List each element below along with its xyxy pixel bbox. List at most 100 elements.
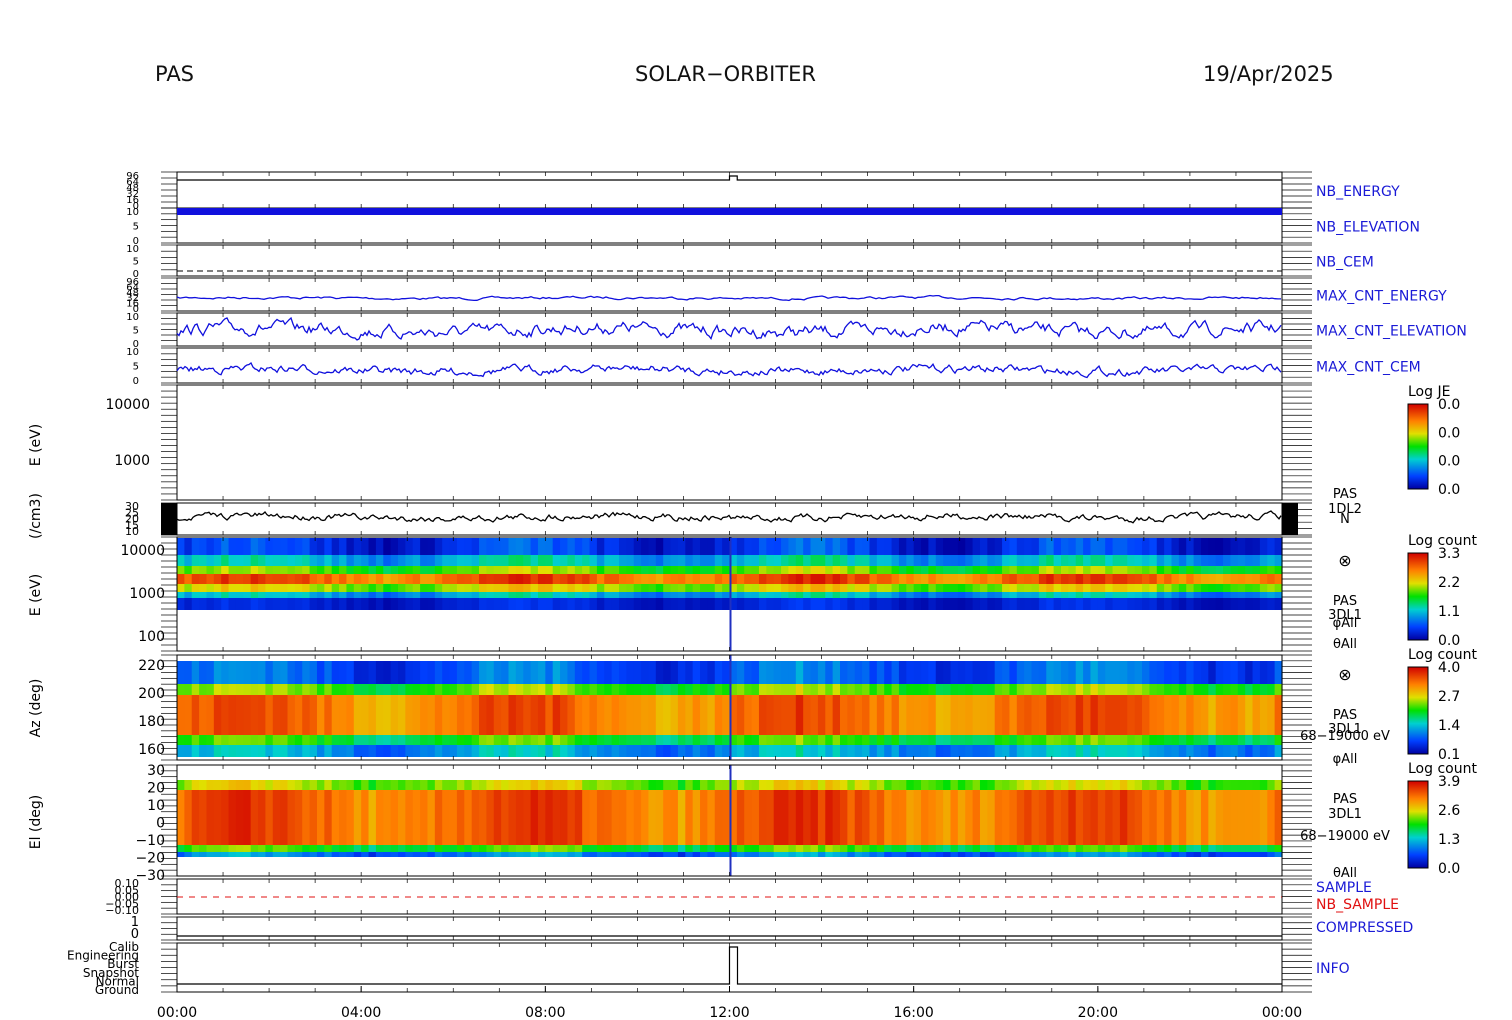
az-spectrogram-cell bbox=[177, 661, 185, 684]
energy-spectrogram-cell bbox=[589, 538, 598, 555]
el-spectrogram-cell bbox=[228, 852, 237, 857]
energy-spectrogram-cell bbox=[493, 538, 502, 555]
az-spectrogram-cell bbox=[560, 735, 569, 745]
energy-spectrogram-cell bbox=[1119, 574, 1128, 584]
el-spectrogram-cell bbox=[213, 852, 222, 857]
el-spectrogram-cell bbox=[353, 780, 362, 790]
el-spectrogram-cell bbox=[869, 852, 878, 857]
energy-spectrogram-cell bbox=[449, 555, 458, 566]
az-spectrogram-cell bbox=[633, 684, 642, 695]
energy-spectrogram-cell bbox=[810, 538, 819, 555]
el-spectrogram-cell bbox=[324, 852, 333, 857]
az-spectrogram-cell bbox=[847, 684, 856, 695]
el-spectrogram-cell bbox=[766, 852, 775, 857]
el-spectrogram-cell bbox=[648, 852, 657, 857]
az-spectrogram-cell bbox=[700, 661, 708, 684]
el-spectrogram-cell bbox=[1186, 780, 1195, 790]
el-spectrogram-cell bbox=[685, 852, 694, 857]
energy-spectrogram-cell bbox=[250, 555, 259, 566]
az-spectrogram-cell bbox=[1267, 684, 1276, 695]
az-spectrogram-cell bbox=[464, 735, 473, 745]
el-spectrogram-cell bbox=[773, 780, 782, 790]
energy-spectrogram-cell bbox=[589, 566, 598, 574]
energy-spectrogram-cell bbox=[928, 538, 937, 555]
energy-spectrogram-cell bbox=[641, 555, 650, 566]
energy-spectrogram-cell bbox=[832, 584, 841, 592]
az-spectrogram-cell bbox=[191, 695, 200, 735]
az-spectrogram-cell bbox=[744, 695, 753, 735]
line-panel-label-1: NB_ENERGY bbox=[1316, 184, 1400, 200]
el-spectrogram-cell bbox=[898, 852, 907, 857]
el-spectrogram-cell bbox=[1200, 790, 1209, 845]
energy-spectrogram-cell bbox=[1178, 555, 1187, 566]
az-spectrogram-cell bbox=[199, 735, 208, 745]
az-spectrogram-cell bbox=[331, 745, 340, 757]
energy-spectrogram-cell bbox=[869, 574, 878, 584]
energy-spectrogram-cell bbox=[1046, 555, 1055, 566]
el-spectrogram-cell bbox=[235, 780, 244, 790]
energy-spectrogram-cell bbox=[243, 584, 252, 592]
energy-spectrogram-cell bbox=[1178, 598, 1187, 610]
energy-spectrogram-cell bbox=[353, 574, 362, 584]
az-spectrogram-cell bbox=[1274, 745, 1283, 757]
el-spectrogram-cell bbox=[471, 780, 480, 790]
az-spectrogram-cell bbox=[316, 735, 325, 745]
energy-spectrogram-cell bbox=[324, 538, 333, 555]
energy-spectrogram-cell bbox=[1127, 584, 1136, 592]
el-spectrogram-cell bbox=[589, 780, 598, 790]
az-spectrogram-cell bbox=[781, 745, 790, 757]
az-spectrogram-cell bbox=[383, 661, 392, 684]
max-cnt-cem-trace bbox=[176, 362, 1282, 379]
az-spectrogram-cell bbox=[847, 695, 856, 735]
energy-spectrogram-cell bbox=[1105, 574, 1114, 584]
energy-spectrogram-cell bbox=[817, 592, 826, 598]
el-spectrogram-cell bbox=[346, 845, 355, 852]
energy-spectrogram-cell bbox=[766, 592, 775, 598]
energy-spectrogram-cell bbox=[633, 566, 642, 574]
az-spectrogram-cell bbox=[552, 735, 561, 745]
az-spectrogram-cell bbox=[361, 735, 370, 745]
az-spectrogram-cell bbox=[1119, 735, 1128, 745]
energy-spectrogram-cell bbox=[876, 566, 885, 574]
az-spectrogram-cell bbox=[1156, 661, 1165, 684]
energy-spectrogram-cell bbox=[928, 598, 937, 610]
energy-spectrogram-cell bbox=[611, 555, 620, 566]
el-spectrogram-cell bbox=[758, 790, 767, 845]
el-spectrogram-cell bbox=[979, 790, 988, 845]
energy-spectrogram-cell bbox=[832, 598, 841, 610]
az-spectrogram-cell bbox=[825, 745, 834, 757]
energy-spectrogram-cell bbox=[287, 538, 296, 555]
az-spectrogram-cell bbox=[1149, 745, 1158, 757]
energy-spectrogram-cell bbox=[626, 555, 635, 566]
el-spectrogram-cell bbox=[258, 845, 266, 852]
el-spectrogram-cell bbox=[1061, 845, 1069, 852]
time-axis-label: 00:00 bbox=[157, 1005, 197, 1020]
el-spectrogram-cell bbox=[832, 780, 841, 790]
az-spectrogram-cell bbox=[965, 735, 974, 745]
el-spectrogram-cell bbox=[1259, 780, 1268, 790]
az-spectrogram-cell bbox=[383, 695, 392, 735]
az-spectrogram-cell bbox=[1208, 661, 1217, 684]
az-spectrogram-cell bbox=[1178, 661, 1187, 684]
el-spectrogram-cell bbox=[1164, 790, 1173, 845]
energy-spectrogram-cell bbox=[847, 555, 856, 566]
energy-spectrogram-cell bbox=[685, 538, 694, 555]
energy-spectrogram-cell bbox=[707, 574, 716, 584]
az-spectrogram-cell bbox=[869, 745, 878, 757]
energy-spectrogram-cell bbox=[832, 566, 841, 574]
az-spectrogram-cell bbox=[655, 735, 664, 745]
az-spectrogram-cell bbox=[825, 661, 834, 684]
az-spectrogram-cell bbox=[1178, 695, 1187, 735]
el-spectrogram-cell bbox=[191, 852, 200, 857]
az-spectrogram-cell bbox=[221, 735, 230, 745]
energy-spectrogram-cell bbox=[817, 598, 826, 610]
energy-spectrogram-cell bbox=[979, 574, 988, 584]
energy-spectrogram-cell bbox=[604, 592, 613, 598]
el-ylabel: El (deg) bbox=[28, 795, 44, 850]
az-spectrogram-cell bbox=[1105, 684, 1114, 695]
az-spectrogram-cell bbox=[810, 695, 819, 735]
energy-spectrogram-cell bbox=[449, 598, 458, 610]
sample-label: SAMPLE bbox=[1316, 880, 1372, 896]
energy-spectrogram-cell bbox=[582, 574, 591, 584]
el-spectrogram-cell bbox=[1142, 845, 1150, 852]
